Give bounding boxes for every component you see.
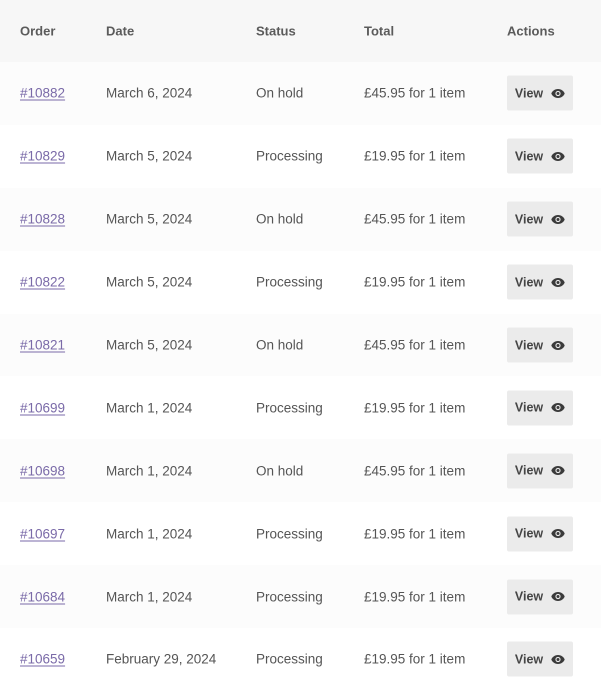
view-order-button[interactable]: View	[507, 75, 573, 111]
view-button-label: View	[514, 275, 544, 290]
view-order-button[interactable]: View	[507, 516, 573, 552]
order-number-link[interactable]: #10882	[20, 86, 65, 101]
order-status: On hold	[256, 337, 304, 353]
table-row: #10698 March 1, 2024 On hold £45.95 for …	[0, 439, 601, 503]
table-row: #10829 March 5, 2024 Processing £19.95 f…	[0, 124, 601, 188]
order-number-link[interactable]: #10829	[20, 149, 65, 164]
order-number-link[interactable]: #10684	[20, 589, 65, 604]
view-button-label: View	[514, 526, 544, 541]
view-order-button[interactable]: View	[507, 201, 573, 237]
order-status: On hold	[256, 463, 304, 479]
order-number-link[interactable]: #10659	[20, 652, 65, 667]
order-status: On hold	[256, 211, 304, 227]
table-row: #10821 March 5, 2024 On hold £45.95 for …	[0, 313, 601, 377]
orders-table: Order Date Status Total Actions #10882 M…	[0, 0, 601, 691]
column-header-status: Status	[256, 23, 296, 39]
order-status: Processing	[256, 148, 323, 164]
order-date: March 1, 2024	[106, 589, 193, 605]
order-number-link[interactable]: #10698	[20, 463, 65, 478]
view-button-label: View	[514, 212, 544, 227]
table-row: #10882 March 6, 2024 On hold £45.95 for …	[0, 62, 601, 125]
order-date: March 5, 2024	[106, 274, 193, 290]
table-header: Order Date Status Total Actions	[0, 0, 601, 62]
eye-icon	[551, 654, 565, 664]
eye-icon	[551, 88, 565, 98]
eye-icon	[551, 340, 565, 350]
column-header-date: Date	[106, 23, 135, 39]
order-total: £45.95 for 1 item	[364, 337, 466, 353]
view-button-label: View	[514, 86, 544, 101]
view-button-label: View	[514, 338, 544, 352]
order-number-link[interactable]: #10699	[20, 400, 65, 415]
eye-icon	[551, 592, 565, 602]
order-date: March 5, 2024	[106, 148, 193, 164]
order-date: March 1, 2024	[106, 526, 193, 542]
order-total: £19.95 for 1 item	[364, 651, 466, 667]
order-total: £19.95 for 1 item	[364, 589, 466, 605]
order-number-link[interactable]: #10822	[20, 275, 65, 290]
view-button-label: View	[514, 400, 544, 415]
order-total: £19.95 for 1 item	[364, 148, 466, 164]
order-status: Processing	[256, 651, 323, 667]
order-status: On hold	[256, 85, 304, 101]
view-button-label: View	[514, 149, 544, 164]
order-date: February 29, 2024	[106, 651, 217, 667]
view-order-button[interactable]: View	[507, 264, 573, 300]
view-button-label: View	[514, 589, 544, 604]
order-status: Processing	[256, 274, 323, 290]
eye-icon	[551, 151, 565, 161]
order-number-link[interactable]: #10821	[20, 338, 65, 353]
view-button-label: View	[514, 652, 544, 667]
view-button-label: View	[514, 463, 544, 478]
table-row: #10659 February 29, 2024 Processing £19.…	[0, 628, 601, 691]
view-order-button[interactable]: View	[507, 327, 573, 363]
view-order-button[interactable]: View	[507, 453, 573, 489]
order-date: March 6, 2024	[106, 85, 193, 101]
order-number-link[interactable]: #10697	[20, 526, 65, 541]
eye-icon	[551, 403, 565, 413]
order-total: £45.95 for 1 item	[364, 85, 466, 101]
view-order-button[interactable]: View	[507, 641, 573, 677]
order-date: March 5, 2024	[106, 337, 193, 353]
view-order-button[interactable]: View	[507, 138, 573, 174]
table-row: #10828 March 5, 2024 On hold £45.95 for …	[0, 187, 601, 251]
view-order-button[interactable]: View	[507, 390, 573, 426]
order-number-link[interactable]: #10828	[20, 212, 65, 227]
order-status: Processing	[256, 526, 323, 542]
eye-icon	[551, 214, 565, 224]
table-row: #10697 March 1, 2024 Processing £19.95 f…	[0, 502, 601, 566]
order-date: March 1, 2024	[106, 400, 193, 416]
table-row: #10684 March 1, 2024 Processing £19.95 f…	[0, 565, 601, 629]
column-header-total: Total	[364, 23, 395, 39]
table-row: #10822 March 5, 2024 Processing £19.95 f…	[0, 250, 601, 314]
eye-icon	[551, 529, 565, 539]
order-total: £19.95 for 1 item	[364, 526, 466, 542]
column-header-order: Order	[20, 23, 56, 39]
order-status: Processing	[256, 400, 323, 416]
order-total: £45.95 for 1 item	[364, 463, 466, 479]
table-row: #10699 March 1, 2024 Processing £19.95 f…	[0, 376, 601, 440]
view-order-button[interactable]: View	[507, 579, 573, 615]
column-header-actions: Actions	[507, 23, 555, 39]
table-body: #10882 March 6, 2024 On hold £45.95 for …	[0, 62, 601, 691]
order-total: £19.95 for 1 item	[364, 274, 466, 290]
eye-icon	[551, 277, 565, 287]
order-date: March 1, 2024	[106, 463, 193, 479]
order-total: £19.95 for 1 item	[364, 400, 466, 416]
order-date: March 5, 2024	[106, 211, 193, 227]
eye-icon	[551, 466, 565, 476]
order-status: Processing	[256, 589, 323, 605]
order-total: £45.95 for 1 item	[364, 211, 466, 227]
